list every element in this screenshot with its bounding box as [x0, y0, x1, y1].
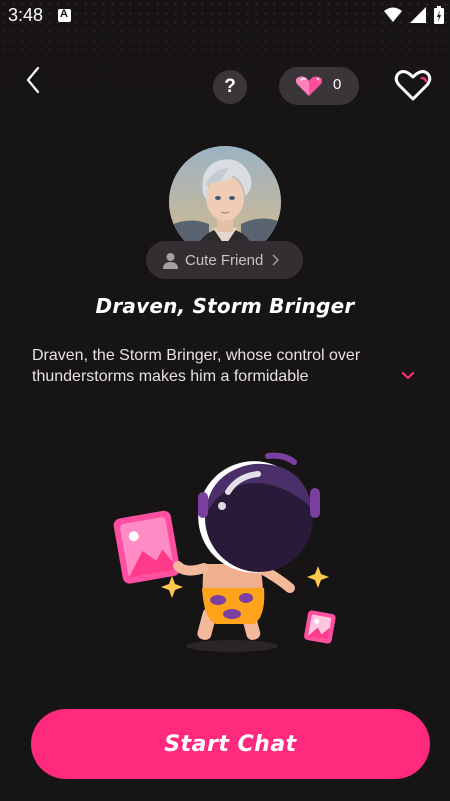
character-description: Draven, the Storm Bringer, whose control… — [32, 347, 361, 385]
character-tag-chip[interactable]: Cute Friend — [146, 241, 303, 279]
chevron-left-icon — [26, 66, 40, 94]
status-icons — [384, 6, 444, 24]
favorite-button[interactable] — [393, 66, 433, 104]
wifi-icon — [384, 7, 402, 22]
heart-outline-icon — [394, 70, 432, 101]
character-profile-screen: 3:48 ? 0 — [0, 0, 450, 801]
astronaut-illustration — [108, 448, 344, 658]
expand-description-button[interactable] — [398, 368, 418, 384]
chevron-down-icon — [401, 371, 415, 380]
character-name: Draven, Storm Bringer — [95, 294, 355, 318]
pink-heart-gem-icon — [295, 76, 323, 96]
battery-icon — [434, 6, 444, 24]
gem-counter[interactable]: 0 — [279, 67, 359, 105]
back-button[interactable] — [18, 62, 50, 98]
gem-count: 0 — [333, 76, 342, 93]
question-icon: ? — [224, 76, 236, 97]
help-button[interactable]: ? — [213, 70, 247, 104]
character-tag-label: Cute Friend — [185, 251, 264, 269]
status-time: 3:48 — [8, 5, 44, 25]
status-bar: 3:48 — [0, 0, 450, 32]
chevron-right-icon — [272, 254, 280, 266]
start-chat-button[interactable]: Start Chat — [31, 709, 430, 779]
person-icon — [163, 252, 178, 269]
signal-icon — [410, 7, 426, 23]
notification-icon — [58, 8, 71, 22]
